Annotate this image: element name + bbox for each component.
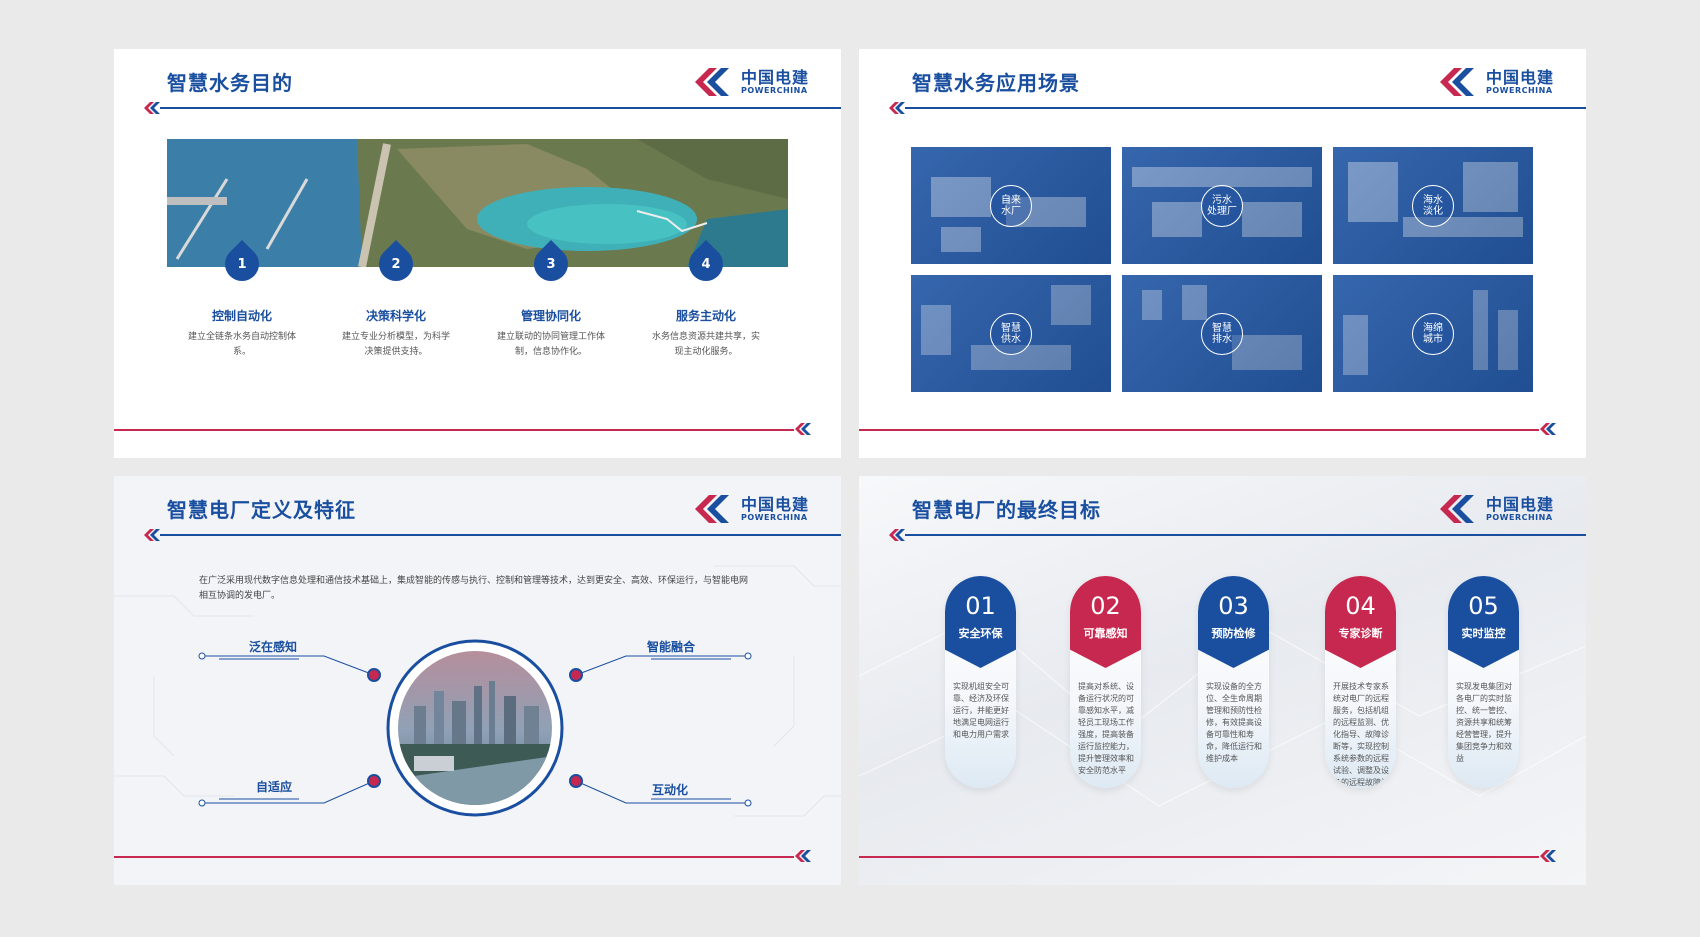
logo-text-en: POWERCHINA	[1486, 86, 1553, 95]
scenario-label: 智慧 供水	[990, 313, 1032, 355]
goal-card[interactable]: 03 预防检修 实现设备的全方位、全生命周期管理和预防性检修，有效提高设备可靠性…	[1198, 576, 1269, 788]
reservoir-aerial-photo	[167, 139, 788, 267]
powerchina-logo-icon	[1440, 495, 1474, 523]
feature-label: 泛在感知	[249, 640, 298, 654]
scenario-label: 污水 处理厂	[1201, 185, 1243, 227]
purpose-desc: 水务信息资源共建共享，实现主动化服务。	[652, 332, 761, 357]
goal-text: 实现发电集团对各电厂的实时监控、统一管控、资源共享和统筹经营管理，提升集团竞争力…	[1456, 682, 1512, 763]
brand-mark-icon	[795, 423, 811, 435]
header-rule	[905, 107, 1586, 109]
brand-mark-icon	[889, 529, 905, 541]
goal-label: 实时监控	[1461, 627, 1506, 640]
footer-rule	[859, 429, 1539, 431]
purpose-title: 服务主动化	[675, 309, 736, 323]
feature-label: 互动化	[652, 783, 689, 797]
footer-rule	[114, 429, 794, 431]
goal-text: 提高对系统、设备运行状况的可靠感知水平，减轻员工现场工作强度，提高装备运行监控能…	[1078, 682, 1134, 775]
goal-card[interactable]: 01 安全环保 实现机组安全可靠、经济及环保运行，并能更好地满足电网运行和电力用…	[945, 576, 1016, 788]
goal-card[interactable]: 05 实时监控 实现发电集团对各电厂的实时监控、统一管控、资源共享和统筹经营管理…	[1448, 576, 1519, 788]
logo-text-en: POWERCHINA	[741, 86, 808, 95]
logo-text-en: POWERCHINA	[1486, 513, 1553, 522]
purpose-desc: 建立全链条水务自动控制体系。	[188, 332, 297, 357]
footer-rule	[859, 856, 1539, 858]
slide-title: 智慧电厂的最终目标	[912, 498, 1101, 522]
company-logo: 中国电建 POWERCHINA	[1438, 64, 1556, 102]
goal-cap	[945, 576, 1016, 668]
scenario-tile[interactable]: 智慧 供水	[911, 275, 1111, 392]
powerchina-logo-icon	[1440, 68, 1474, 96]
goal-label: 专家诊断	[1338, 627, 1383, 640]
purpose-desc: 建立专业分析模型，为科学决策提供支持。	[342, 332, 451, 357]
scenario-tile[interactable]: 海绵 城市	[1333, 275, 1533, 392]
goal-number: 04	[1345, 592, 1376, 620]
brand-mark-icon	[1540, 850, 1556, 862]
scenario-label: 自来 水厂	[990, 185, 1032, 227]
goal-text: 开展技术专家系统对电厂的远程服务，包括机组的远程监测、优化指导、故障诊断等，实现…	[1333, 682, 1389, 787]
scenario-label: 海绵 城市	[1412, 313, 1454, 355]
feature-diagram	[198, 639, 752, 817]
slide-title: 智慧水务目的	[167, 71, 293, 95]
goal-cap	[1325, 576, 1396, 668]
logo-text-cn: 中国电建	[1486, 68, 1555, 87]
feature-label: 智能融合	[647, 640, 696, 654]
slide-power-plant-definition[interactable]: 智慧电厂定义及特征 中国电建 POWERCHINA 在广泛采用现代数字信息处理和…	[114, 476, 841, 885]
goal-text: 实现机组安全可靠、经济及环保运行，并能更好地满足电网运行和电力用户需求	[953, 682, 1009, 739]
slide-title: 智慧水务应用场景	[912, 71, 1080, 95]
goal-label: 预防检修	[1211, 627, 1256, 640]
scenario-tile[interactable]: 污水 处理厂	[1122, 147, 1322, 264]
goal-cap	[1198, 576, 1269, 668]
brand-mark-icon	[144, 102, 160, 114]
goal-number: 05	[1468, 592, 1499, 620]
goal-card[interactable]: 02 可靠感知 提高对系统、设备运行状况的可靠感知水平，减轻员工现场工作强度，提…	[1070, 576, 1141, 788]
goal-card[interactable]: 04 专家诊断 开展技术专家系统对电厂的远程服务，包括机组的远程监测、优化指导、…	[1325, 576, 1396, 788]
goal-cap	[1448, 576, 1519, 668]
scenario-tile[interactable]: 海水 淡化	[1333, 147, 1533, 264]
goal-label: 安全环保	[958, 627, 1003, 640]
brand-mark-icon	[889, 102, 905, 114]
scenario-tile[interactable]: 智慧 排水	[1122, 275, 1322, 392]
company-logo: 中国电建 POWERCHINA	[693, 64, 811, 102]
goal-number: 03	[1218, 592, 1249, 620]
slide-power-plant-goals[interactable]: 智慧电厂的最终目标 中国电建 POWERCHINA 01 安全环保 实现机组安全…	[859, 476, 1586, 885]
goal-label: 可靠感知	[1083, 627, 1128, 640]
purpose-title: 控制自动化	[211, 309, 272, 323]
goal-number: 02	[1090, 592, 1121, 620]
goal-cap	[1070, 576, 1141, 668]
brand-mark-icon	[1540, 423, 1556, 435]
company-logo: 中国电建 POWERCHINA	[1438, 491, 1556, 529]
footer-rule	[114, 856, 794, 858]
slide-water-scenarios[interactable]: 智慧水务应用场景 中国电建 POWERCHINA 自来 水厂 污水 处理厂 海水 淡化…	[859, 49, 1586, 458]
purpose-desc: 建立联动的协同管理工作体制，信息协作化。	[497, 332, 606, 357]
powerchina-logo-icon	[695, 68, 729, 96]
scenario-tile[interactable]: 自来 水厂	[911, 147, 1111, 264]
logo-text-cn: 中国电建	[1486, 495, 1555, 514]
purpose-title: 管理协同化	[520, 309, 581, 323]
scenario-label: 智慧 排水	[1201, 313, 1243, 355]
feature-label: 自适应	[256, 780, 293, 794]
header-rule	[905, 534, 1586, 536]
logo-text-cn: 中国电建	[741, 68, 810, 87]
scenario-label: 海水 淡化	[1412, 185, 1454, 227]
goal-number: 01	[965, 592, 996, 620]
goal-text: 实现设备的全方位、全生命周期管理和预防性检修，有效提高设备可靠性和寿命，降低运行…	[1206, 682, 1262, 763]
slide-water-purpose[interactable]: 智慧水务目的 中国电建 POWERCHINA 1 控制自动化 建立全链条水务自动…	[114, 49, 841, 458]
purpose-title: 决策科学化	[365, 309, 426, 323]
brand-mark-icon	[795, 850, 811, 862]
header-rule	[160, 107, 841, 109]
